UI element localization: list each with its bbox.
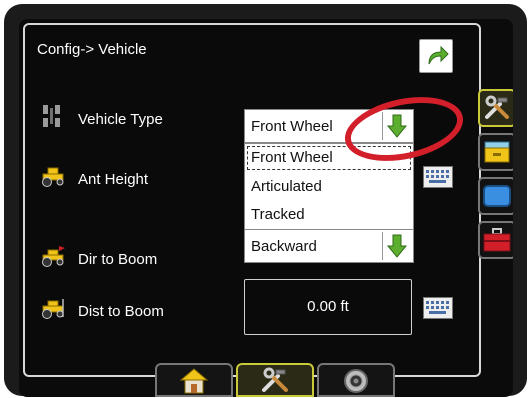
option-tracked[interactable]: Tracked: [251, 206, 305, 223]
side-tab-display[interactable]: [478, 177, 513, 215]
side-tab-tools[interactable]: [478, 89, 513, 127]
side-tab-toolbox[interactable]: [478, 221, 513, 259]
screen: Config-> Vehicle Vehicle Type Front Whee…: [19, 19, 513, 397]
dir-to-boom-label: Dir to Boom: [78, 251, 158, 268]
dir-to-boom-value: Backward: [251, 238, 317, 255]
keyboard-icon[interactable]: [423, 297, 453, 319]
config-panel: Config-> Vehicle Vehicle Type Front Whee…: [23, 23, 481, 377]
dir-to-boom-dropdown[interactable]: Backward: [244, 229, 414, 263]
camera-icon: [344, 369, 368, 393]
home-icon: [179, 368, 209, 394]
return-button[interactable]: [419, 39, 453, 73]
page-title: Config-> Vehicle: [37, 41, 147, 58]
dir-to-boom-dropdown-button[interactable]: [382, 232, 411, 260]
vehicle-type-value: Front Wheel: [251, 118, 333, 135]
bottom-tab-home[interactable]: [155, 363, 233, 397]
dist-to-boom-value: 0.00 ft: [307, 298, 349, 315]
dist-to-boom-field[interactable]: 0.00 ft: [244, 279, 412, 335]
drawer-icon: [484, 141, 510, 163]
option-front-wheel[interactable]: Front Wheel: [251, 149, 333, 166]
dist-to-boom-label: Dist to Boom: [78, 303, 164, 320]
tractor-direction-icon: [42, 246, 65, 267]
wrench-hammer-icon: [262, 367, 288, 392]
tractor-distance-icon: [42, 299, 64, 319]
device-frame: Config-> Vehicle Vehicle Type Front Whee…: [4, 4, 527, 397]
down-arrow-icon: [386, 234, 408, 258]
vehicle-type-icon: [43, 105, 60, 127]
wrench-hammer-icon: [485, 95, 509, 119]
tractor-icon: [42, 167, 64, 187]
side-tab-data[interactable]: [478, 133, 513, 171]
bottom-tab-camera[interactable]: [317, 363, 395, 397]
vehicle-type-label: Vehicle Type: [78, 111, 163, 128]
screen-icon: [483, 185, 511, 207]
bottom-tab-tools[interactable]: [236, 363, 314, 397]
return-arrow-icon: [428, 45, 449, 65]
keyboard-icon[interactable]: [423, 166, 453, 188]
toolbox-icon: [483, 228, 511, 252]
option-articulated[interactable]: Articulated: [251, 178, 322, 195]
ant-height-label: Ant Height: [78, 171, 149, 188]
